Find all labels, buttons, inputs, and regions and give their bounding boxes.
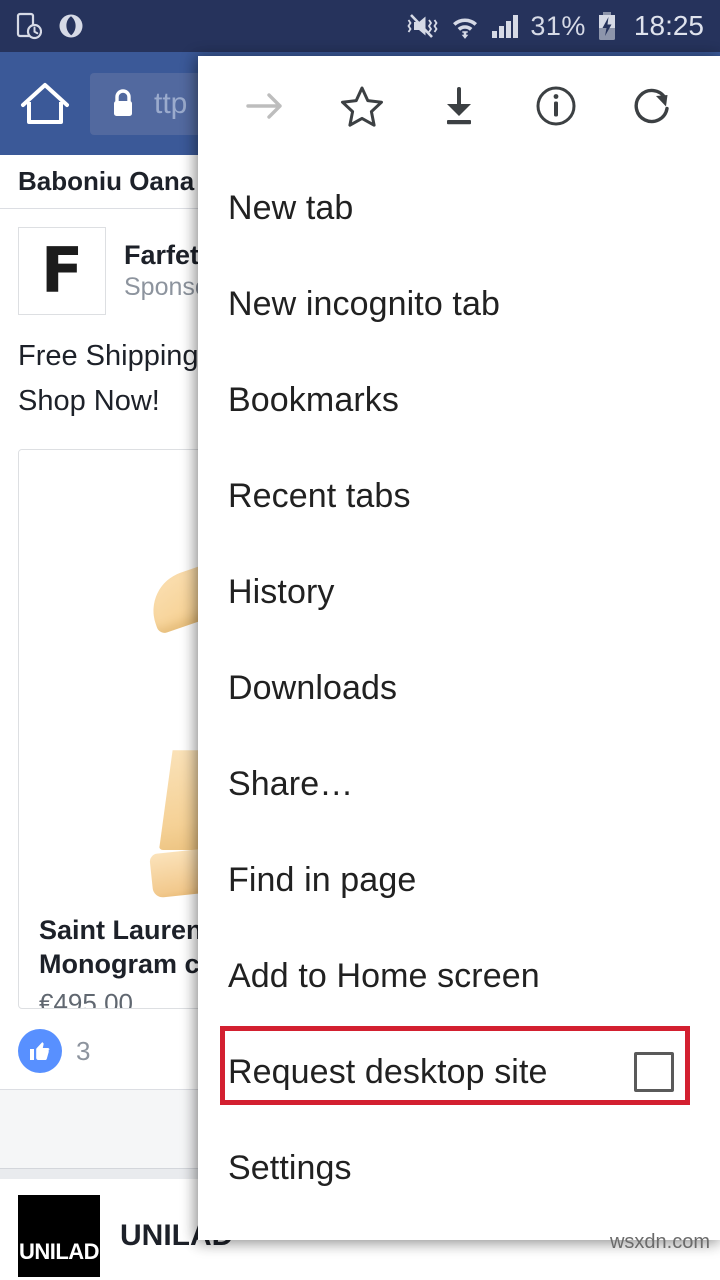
phone-clock-icon	[16, 12, 42, 40]
watermark: wsxdn.com	[609, 1231, 710, 1253]
status-bar-right-icons: 31% 18:25	[406, 10, 704, 42]
unilad-avatar-text: UNILAD	[18, 1239, 100, 1265]
like-reaction-icon	[18, 1029, 62, 1074]
menu-item-request-desktop-site[interactable]: Request desktop site	[198, 1024, 720, 1120]
page-title: Baboniu Oana	[18, 166, 195, 196]
lock-icon	[114, 88, 132, 116]
menu-item-history[interactable]: History	[198, 544, 720, 640]
menu-item-label: Recent tabs	[228, 476, 411, 515]
download-icon[interactable]	[426, 73, 492, 139]
battery-percent-label: 31%	[530, 10, 586, 41]
url-text: ttp	[154, 86, 188, 120]
menu-item-add-to-home-screen[interactable]: Add to Home screen	[198, 928, 720, 1024]
advertiser-logo: F	[18, 227, 106, 315]
menu-item-label: Share…	[228, 764, 354, 803]
menu-item-bookmarks[interactable]: Bookmarks	[198, 352, 720, 448]
menu-item-label: Settings	[228, 1148, 352, 1187]
menu-item-label: Request desktop site	[228, 1052, 548, 1091]
menu-item-recent-tabs[interactable]: Recent tabs	[198, 448, 720, 544]
menu-item-label: Find in page	[228, 860, 417, 899]
star-bookmark-icon[interactable]	[329, 73, 395, 139]
menu-item-downloads[interactable]: Downloads	[198, 640, 720, 736]
menu-item-new-incognito-tab[interactable]: New incognito tab	[198, 256, 720, 352]
battery-charging-icon	[596, 11, 618, 41]
menu-item-label: New tab	[228, 188, 354, 227]
menu-item-label: Downloads	[228, 668, 398, 707]
page-info-icon[interactable]	[523, 73, 589, 139]
status-bar: 31% 18:25	[0, 0, 720, 52]
like-count: 3	[76, 1035, 91, 1066]
signal-icon	[490, 12, 520, 40]
menu-item-share[interactable]: Share…	[198, 736, 720, 832]
vodafone-icon	[58, 12, 84, 40]
menu-item-label: Add to Home screen	[228, 956, 540, 995]
reload-icon[interactable]	[620, 73, 686, 139]
status-bar-left-icons	[16, 12, 84, 40]
chrome-overflow-menu: New tab New incognito tab Bookmarks Rece…	[198, 56, 720, 1240]
home-button[interactable]	[14, 80, 76, 128]
forward-arrow-icon[interactable]	[232, 73, 298, 139]
wifi-icon	[450, 11, 480, 41]
menu-item-new-tab[interactable]: New tab	[198, 160, 720, 256]
mute-vibrate-icon	[406, 11, 440, 41]
menu-item-label: New incognito tab	[228, 284, 500, 323]
menu-icon-toolbar	[198, 56, 720, 156]
home-icon	[21, 82, 69, 124]
menu-item-list: New tab New incognito tab Bookmarks Rece…	[198, 156, 720, 1240]
unilad-avatar: UNILAD	[18, 1195, 100, 1278]
menu-item-find-in-page[interactable]: Find in page	[198, 832, 720, 928]
menu-item-label: Bookmarks	[228, 380, 399, 419]
menu-item-label: History	[228, 572, 335, 611]
clock-label: 18:25	[633, 10, 704, 41]
request-desktop-site-checkbox[interactable]	[634, 1052, 674, 1092]
